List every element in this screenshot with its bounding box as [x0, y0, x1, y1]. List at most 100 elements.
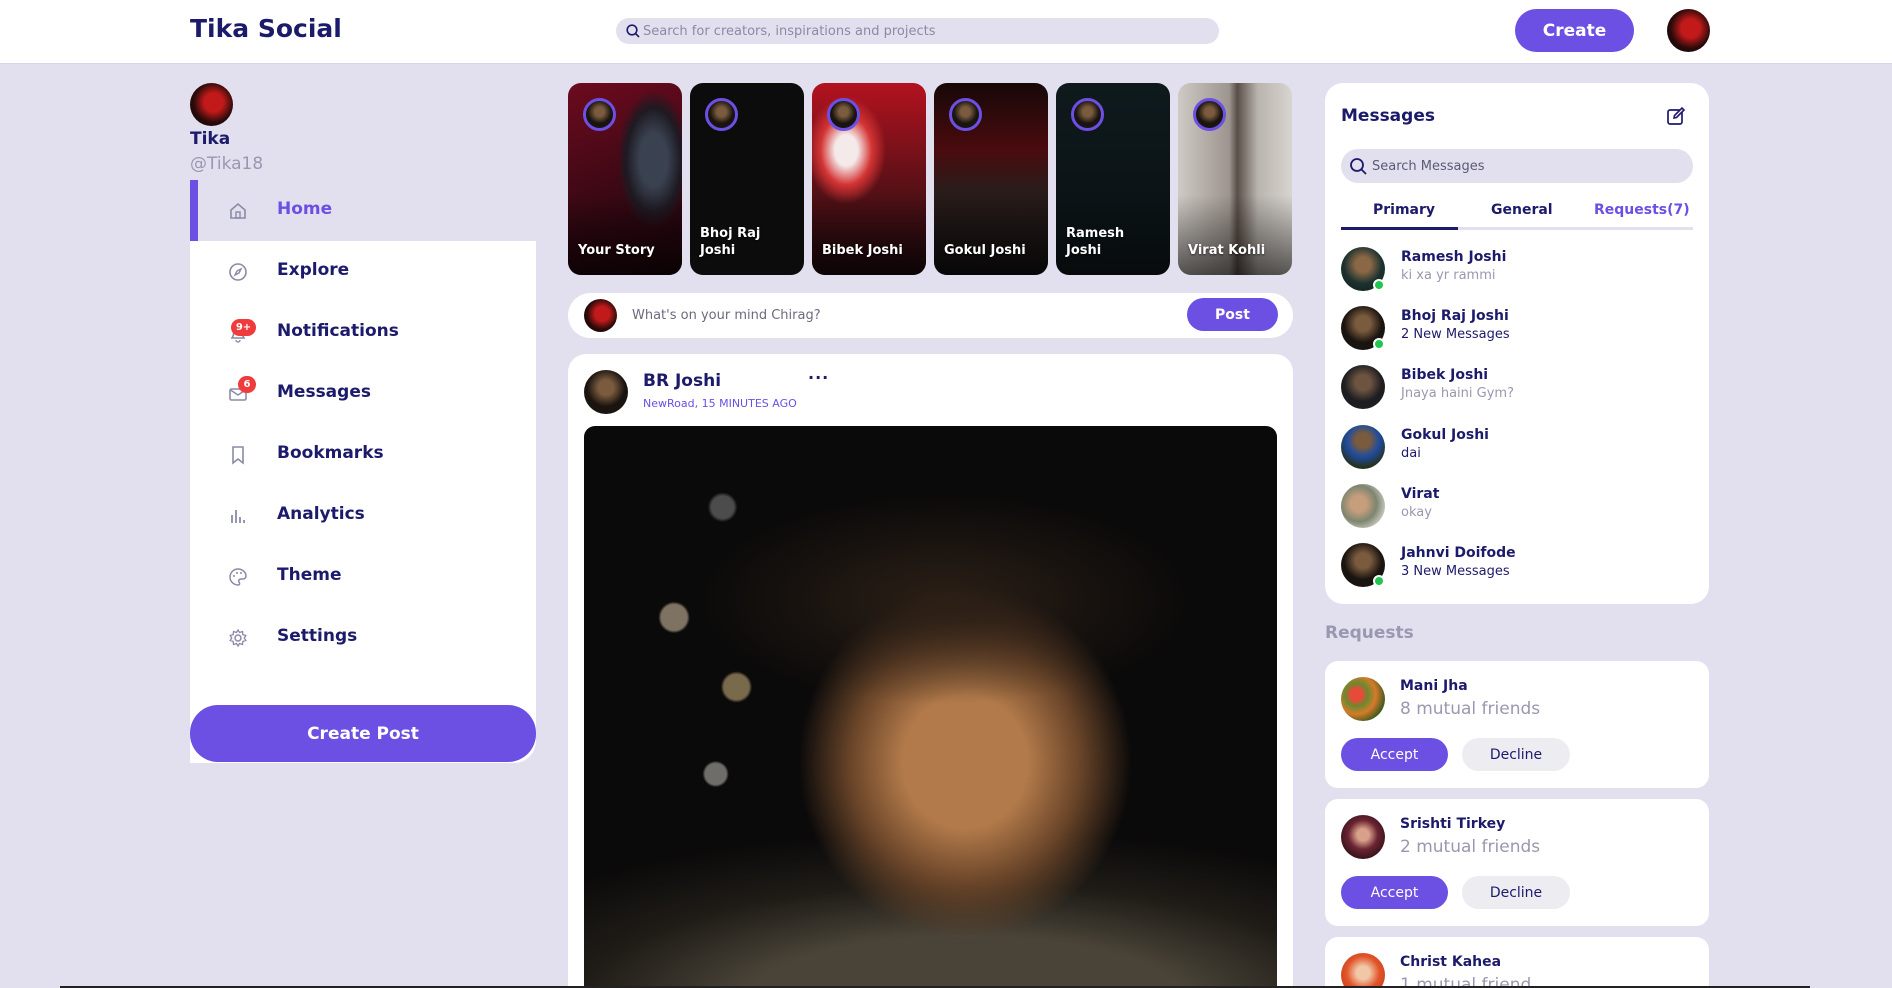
profile-avatar[interactable]	[1667, 9, 1710, 52]
message-tabs: Primary General Requests(7)	[1341, 196, 1693, 230]
chat-preview: ki xa yr rammi	[1401, 268, 1496, 283]
story-avatar	[949, 98, 982, 131]
chat-item[interactable]: Bibek Joshi Jnaya haini Gym?	[1341, 364, 1693, 410]
requests-heading: Requests	[1325, 623, 1414, 643]
more-options-icon[interactable]: ...	[808, 364, 829, 383]
sidebar-item-explore[interactable]: Explore	[190, 241, 536, 302]
compose-avatar	[584, 299, 617, 332]
sidebar-item-theme[interactable]: Theme	[190, 546, 536, 607]
notifications-badge: 9+	[231, 319, 256, 336]
chat-preview: 2 New Messages	[1401, 327, 1510, 342]
profile-handle: @Tika18	[190, 154, 264, 174]
story-card[interactable]: Virat Kohli	[1178, 83, 1292, 275]
story-card[interactable]: Ramesh Joshi	[1056, 83, 1170, 275]
accept-button[interactable]: Accept	[1341, 876, 1448, 909]
story-name: Bibek Joshi	[822, 243, 903, 258]
mutual-friends: 8 mutual friends	[1400, 699, 1541, 719]
feed-post: BR Joshi NewRoad, 15 MINUTES AGO ...	[568, 354, 1293, 988]
online-indicator	[1373, 279, 1385, 291]
chat-name: Bhoj Raj Joshi	[1401, 308, 1509, 324]
chat-preview: dai	[1401, 446, 1421, 461]
chat-item[interactable]: Jahnvi Doifode 3 New Messages	[1341, 542, 1693, 588]
post-image	[584, 426, 1277, 988]
active-tab-underline	[1341, 227, 1458, 230]
sidebar-item-label: Home	[277, 199, 333, 219]
tab-primary[interactable]: Primary	[1373, 202, 1435, 218]
story-name: Gokul Joshi	[944, 243, 1026, 258]
sidebar-item-messages[interactable]: 6 Messages	[190, 363, 536, 424]
online-indicator	[1373, 575, 1385, 587]
messages-search-input[interactable]	[1372, 149, 1682, 183]
search-input[interactable]	[643, 18, 1203, 44]
friend-request-card: Srishti Tirkey 2 mutual friends Accept D…	[1325, 799, 1709, 926]
post-author-name[interactable]: BR Joshi	[643, 371, 721, 391]
sidebar-item-home[interactable]: Home	[190, 180, 536, 241]
messages-title: Messages	[1341, 106, 1435, 126]
story-name: Your Story	[578, 243, 655, 258]
story-card[interactable]: Gokul Joshi	[934, 83, 1048, 275]
global-search[interactable]	[616, 18, 1219, 44]
sidebar-item-analytics[interactable]: Analytics	[190, 485, 536, 546]
sidebar-item-label: Bookmarks	[277, 443, 384, 463]
friend-request-card: Christ Kahea 1 mutual friend	[1325, 937, 1709, 988]
create-button[interactable]: Create	[1515, 9, 1634, 52]
requester-avatar[interactable]	[1341, 953, 1385, 988]
story-avatar	[1071, 98, 1104, 131]
gear-icon	[229, 628, 247, 648]
chat-item[interactable]: Ramesh Joshi ki xa yr rammi	[1341, 246, 1693, 292]
app-logo[interactable]: Tika Social	[190, 14, 342, 43]
story-shade	[934, 195, 1048, 275]
create-post-button[interactable]: Create Post	[190, 705, 536, 762]
story-avatar	[705, 98, 738, 131]
story-card[interactable]: Bibek Joshi	[812, 83, 926, 275]
story-card[interactable]: Your Story	[568, 83, 682, 275]
story-name: Virat Kohli	[1188, 243, 1266, 258]
story-shade	[1178, 195, 1292, 275]
sidebar-item-bookmarks[interactable]: Bookmarks	[190, 424, 536, 485]
search-icon	[1350, 158, 1367, 175]
post-author-avatar[interactable]	[584, 370, 628, 414]
post-button[interactable]: Post	[1187, 298, 1278, 331]
top-navbar: Tika Social Create	[0, 0, 1892, 64]
compose-input[interactable]	[632, 299, 1152, 332]
home-icon	[230, 202, 246, 219]
decline-button[interactable]: Decline	[1462, 876, 1570, 909]
online-indicator	[1373, 338, 1385, 350]
story-name: Ramesh Joshi	[1066, 226, 1125, 258]
story-card[interactable]: Bhoj Raj Joshi	[690, 83, 804, 275]
chat-preview: Jnaya haini Gym?	[1401, 386, 1514, 401]
sidebar-item-label: Messages	[277, 382, 371, 402]
tab-general[interactable]: General	[1491, 202, 1553, 218]
decline-button[interactable]: Decline	[1462, 738, 1570, 771]
chat-preview: 3 New Messages	[1401, 564, 1510, 579]
requester-avatar[interactable]	[1341, 815, 1385, 859]
bookmark-icon	[232, 446, 244, 465]
sidebar-profile-avatar[interactable]	[190, 83, 233, 126]
sidebar-item-label: Notifications	[277, 321, 399, 341]
tab-requests[interactable]: Requests(7)	[1594, 202, 1690, 218]
palette-icon	[229, 568, 247, 586]
story-avatar	[1193, 98, 1226, 131]
messages-badge: 6	[238, 376, 256, 393]
edit-icon[interactable]	[1665, 105, 1687, 127]
chat-name: Virat	[1401, 486, 1440, 502]
requester-name[interactable]: Mani Jha	[1400, 678, 1468, 694]
story-shade	[568, 195, 682, 275]
requester-avatar[interactable]	[1341, 677, 1385, 721]
mutual-friends: 2 mutual friends	[1400, 837, 1541, 857]
requester-name[interactable]: Christ Kahea	[1400, 954, 1501, 970]
chat-item[interactable]: Virat okay	[1341, 483, 1693, 529]
sidebar-item-label: Settings	[277, 626, 358, 646]
story-avatar	[583, 98, 616, 131]
accept-button[interactable]: Accept	[1341, 738, 1448, 771]
sidebar-nav: Home Explore 9+ Notifications 6 Messages…	[190, 180, 536, 763]
messages-search[interactable]	[1341, 149, 1693, 183]
sidebar-item-notifications[interactable]: 9+ Notifications	[190, 302, 536, 363]
chat-name: Jahnvi Doifode	[1401, 545, 1516, 561]
chat-item[interactable]: Bhoj Raj Joshi 2 New Messages	[1341, 305, 1693, 351]
chat-name: Bibek Joshi	[1401, 367, 1489, 383]
requester-name[interactable]: Srishti Tirkey	[1400, 816, 1505, 832]
chat-item[interactable]: Gokul Joshi dai	[1341, 424, 1693, 470]
profile-name: Tika	[190, 129, 231, 149]
sidebar-item-settings[interactable]: Settings	[190, 607, 536, 668]
